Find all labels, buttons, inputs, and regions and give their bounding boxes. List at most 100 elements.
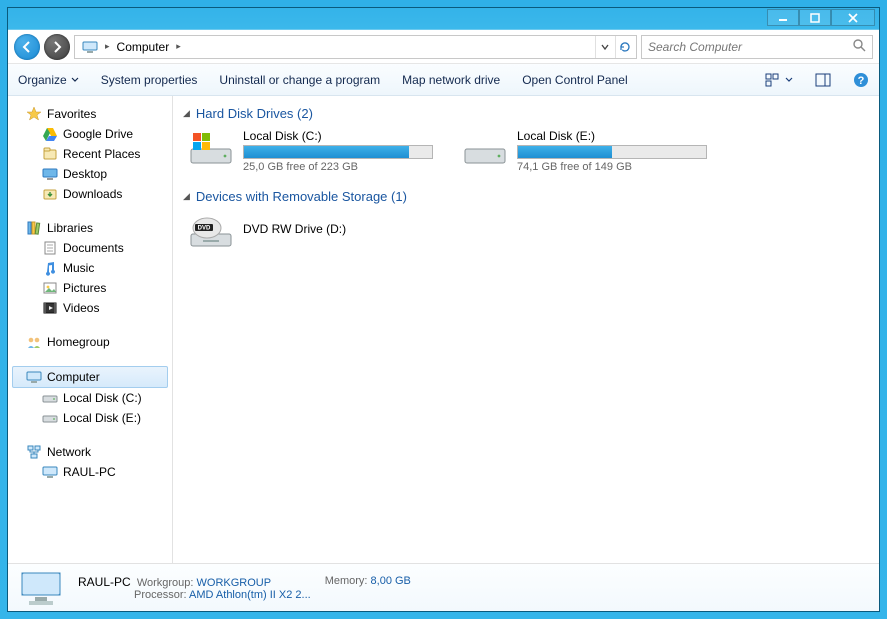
computer-icon xyxy=(82,39,98,55)
homegroup-header[interactable]: Homegroup xyxy=(12,332,168,352)
pictures-icon xyxy=(42,280,58,296)
sidebar-label: Downloads xyxy=(63,187,122,201)
close-button[interactable] xyxy=(831,9,875,26)
music-icon xyxy=(42,260,58,276)
sidebar-label: Videos xyxy=(63,301,99,315)
details-processor-value: AMD Athlon(tm) II X2 2... xyxy=(189,589,311,601)
sidebar-label: Music xyxy=(63,261,94,275)
organize-menu[interactable]: Organize xyxy=(18,73,79,87)
details-processor-key: Processor: xyxy=(134,589,187,601)
sidebar-item-pictures[interactable]: Pictures xyxy=(12,278,168,298)
arrow-right-icon xyxy=(50,40,64,54)
chevron-down-icon xyxy=(601,43,609,51)
details-pane: RAUL-PC Workgroup: WORKGROUP Processor: … xyxy=(8,563,879,611)
sidebar-item-google-drive[interactable]: Google Drive xyxy=(12,124,168,144)
chevron-down-icon xyxy=(71,76,79,84)
computer-group: Computer Local Disk (C:) Local Disk (E:) xyxy=(12,366,168,428)
system-properties-button[interactable]: System properties xyxy=(101,73,198,87)
search-input[interactable]: Search Computer xyxy=(641,35,873,59)
homegroup-group: Homegroup xyxy=(12,332,168,352)
navigation-pane: Favorites Google Drive Recent Places Des… xyxy=(8,96,173,563)
favorites-header[interactable]: Favorites xyxy=(12,104,168,124)
command-bar: Organize System properties Uninstall or … xyxy=(8,64,879,96)
details-workgroup-key: Workgroup: xyxy=(137,577,194,589)
sidebar-item-local-disk-c[interactable]: Local Disk (C:) xyxy=(12,388,168,408)
search-placeholder: Search Computer xyxy=(648,40,742,54)
sidebar-item-downloads[interactable]: Downloads xyxy=(12,184,168,204)
drive-label: Local Disk (C:) xyxy=(243,129,439,143)
section-title: Devices with Removable Storage (1) xyxy=(196,189,407,204)
preview-pane-icon xyxy=(815,73,831,87)
disk-icon xyxy=(42,390,58,406)
address-dropdown-button[interactable] xyxy=(595,36,613,58)
details-memory-value: 8,00 GB xyxy=(371,575,411,587)
section-header-removable[interactable]: ◢ Devices with Removable Storage (1) xyxy=(183,185,869,212)
sidebar-label: Favorites xyxy=(47,107,96,121)
os-drive-icon xyxy=(189,129,233,169)
sidebar-label: Network xyxy=(47,445,91,459)
sidebar-item-local-disk-e[interactable]: Local Disk (E:) xyxy=(12,408,168,428)
drive-label: Local Disk (E:) xyxy=(517,129,713,143)
svg-text:?: ? xyxy=(858,75,865,87)
dvd-drive-icon: DVD xyxy=(189,212,233,252)
computer-header[interactable]: Computer xyxy=(12,366,168,388)
downloads-icon xyxy=(42,186,58,202)
computer-icon xyxy=(26,369,42,385)
search-icon xyxy=(852,38,866,55)
sidebar-item-recent-places[interactable]: Recent Places xyxy=(12,144,168,164)
breadcrumb-label: Computer xyxy=(117,40,170,54)
libraries-header[interactable]: Libraries xyxy=(12,218,168,238)
chevron-right-icon: ▸ xyxy=(102,41,113,52)
sidebar-item-videos[interactable]: Videos xyxy=(12,298,168,318)
refresh-button[interactable] xyxy=(615,36,633,58)
sidebar-label: Local Disk (E:) xyxy=(63,411,141,425)
capacity-bar xyxy=(243,145,433,159)
sidebar-label: Libraries xyxy=(47,221,93,235)
disk-icon xyxy=(42,410,58,426)
arrow-left-icon xyxy=(20,40,34,54)
drive-item-dvd[interactable]: DVD DVD RW Drive (D:) xyxy=(189,212,439,252)
forward-button[interactable] xyxy=(44,34,70,60)
favorites-group: Favorites Google Drive Recent Places Des… xyxy=(12,104,168,204)
hdd-list: Local Disk (C:) 25,0 GB free of 223 GB L… xyxy=(183,129,869,173)
help-button[interactable]: ? xyxy=(853,72,869,88)
sidebar-item-raul-pc[interactable]: RAUL-PC xyxy=(12,462,168,482)
view-options-button[interactable] xyxy=(765,73,793,87)
uninstall-program-button[interactable]: Uninstall or change a program xyxy=(219,73,380,87)
libraries-group: Libraries Documents Music Pictures Video… xyxy=(12,218,168,318)
open-control-panel-button[interactable]: Open Control Panel xyxy=(522,73,627,87)
collapse-icon: ◢ xyxy=(183,191,190,202)
svg-text:DVD: DVD xyxy=(198,226,211,232)
sidebar-label: RAUL-PC xyxy=(63,465,116,479)
address-bar[interactable]: ▸ Computer ▸ xyxy=(74,35,637,59)
computer-large-icon xyxy=(18,567,66,609)
breadcrumb-root[interactable]: ▸ Computer ▸ xyxy=(78,36,188,58)
map-drive-button[interactable]: Map network drive xyxy=(402,73,500,87)
chevron-right-icon: ▸ xyxy=(173,41,184,52)
drive-item-c[interactable]: Local Disk (C:) 25,0 GB free of 223 GB xyxy=(189,129,439,173)
back-button[interactable] xyxy=(14,34,40,60)
hdd-drive-icon xyxy=(463,129,507,169)
section-header-hdd[interactable]: ◢ Hard Disk Drives (2) xyxy=(183,102,869,129)
sidebar-item-desktop[interactable]: Desktop xyxy=(12,164,168,184)
body: Favorites Google Drive Recent Places Des… xyxy=(8,96,879,563)
removable-list: DVD DVD RW Drive (D:) xyxy=(183,212,869,252)
homegroup-icon xyxy=(26,334,42,350)
chevron-down-icon xyxy=(785,76,793,84)
sidebar-label: Local Disk (C:) xyxy=(63,391,142,405)
details-name: RAUL-PC xyxy=(78,575,131,589)
drive-free-text: 25,0 GB free of 223 GB xyxy=(243,161,439,173)
sidebar-item-documents[interactable]: Documents xyxy=(12,238,168,258)
preview-pane-button[interactable] xyxy=(815,73,831,87)
pc-icon xyxy=(42,464,58,480)
sidebar-label: Recent Places xyxy=(63,147,140,161)
maximize-button[interactable] xyxy=(799,9,831,26)
sidebar-item-music[interactable]: Music xyxy=(12,258,168,278)
network-group: Network RAUL-PC xyxy=(12,442,168,482)
minimize-button[interactable] xyxy=(767,9,799,26)
network-header[interactable]: Network xyxy=(12,442,168,462)
titlebar xyxy=(8,8,879,30)
desktop-icon xyxy=(42,166,58,182)
network-icon xyxy=(26,444,42,460)
drive-item-e[interactable]: Local Disk (E:) 74,1 GB free of 149 GB xyxy=(463,129,713,173)
